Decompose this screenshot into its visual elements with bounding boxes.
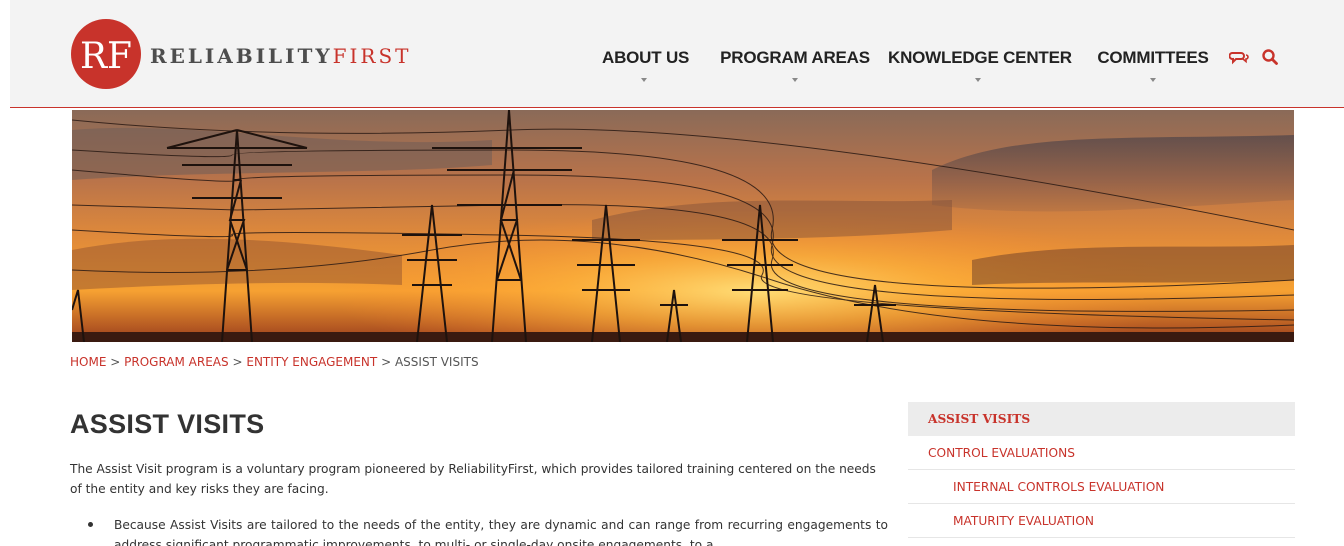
nav-knowledge-center-label: KNOWLEDGE CENTER bbox=[888, 48, 1072, 67]
nav-committees[interactable]: COMMITTEES bbox=[1095, 48, 1211, 82]
sidebar-item-maturity-evaluation[interactable]: MATURITY EVALUATION bbox=[908, 504, 1295, 538]
breadcrumb-entity-engagement[interactable]: ENTITY ENGAGEMENT bbox=[246, 355, 377, 369]
sidebar-item-control-evaluations[interactable]: CONTROL EVALUATIONS bbox=[908, 436, 1295, 470]
nav-about-us[interactable]: ABOUT US bbox=[602, 48, 690, 82]
sidebar-item-assist-visits[interactable]: ASSIST VISITS bbox=[908, 402, 1295, 436]
nav-about-us-label: ABOUT US bbox=[602, 48, 690, 67]
nav-program-areas[interactable]: PROGRAM AREAS bbox=[720, 48, 870, 82]
breadcrumb-separator: > bbox=[110, 355, 121, 369]
search-icon[interactable] bbox=[1260, 47, 1280, 67]
chevron-down-icon bbox=[792, 78, 798, 82]
power-lines-sunset-image bbox=[72, 110, 1294, 342]
site-header: RF RELIABILITYFIRST ABOUT US PROGRAM ARE… bbox=[10, 0, 1344, 108]
breadcrumb-separator: > bbox=[381, 355, 392, 369]
breadcrumb-current: ASSIST VISITS bbox=[394, 355, 479, 369]
chevron-down-icon bbox=[975, 78, 981, 82]
chat-icon[interactable] bbox=[1228, 47, 1249, 67]
nav-knowledge-center[interactable]: KNOWLEDGE CENTER bbox=[888, 48, 1072, 82]
breadcrumb-home[interactable]: HOME bbox=[70, 355, 106, 369]
page-title: ASSIST VISITS bbox=[70, 409, 265, 439]
list-item: Because Assist Visits are tailored to th… bbox=[88, 515, 888, 546]
rf-logo-icon: RF bbox=[71, 19, 141, 89]
breadcrumb-program-areas[interactable]: PROGRAM AREAS bbox=[124, 355, 229, 369]
chevron-down-icon bbox=[1150, 78, 1156, 82]
sidebar-nav: ASSIST VISITS CONTROL EVALUATIONS INTERN… bbox=[908, 402, 1295, 538]
list-item-text: Because Assist Visits are tailored to th… bbox=[114, 518, 888, 546]
hero-banner bbox=[72, 110, 1294, 342]
site-logo[interactable]: RF RELIABILITYFIRST bbox=[70, 18, 410, 90]
svg-text:RF: RF bbox=[80, 36, 132, 77]
breadcrumb-separator: > bbox=[232, 355, 243, 369]
nav-committees-label: COMMITTEES bbox=[1097, 48, 1209, 67]
chevron-down-icon bbox=[641, 78, 647, 82]
intro-paragraph: The Assist Visit program is a voluntary … bbox=[70, 462, 876, 496]
sidebar-item-internal-controls-evaluation[interactable]: INTERNAL CONTROLS EVALUATION bbox=[908, 470, 1295, 504]
bullet-icon bbox=[88, 522, 93, 527]
breadcrumb: HOME > PROGRAM AREAS > ENTITY ENGAGEMENT… bbox=[70, 355, 479, 369]
brand-name: RELIABILITYFIRST bbox=[150, 44, 412, 68]
nav-program-areas-label: PROGRAM AREAS bbox=[720, 48, 870, 67]
